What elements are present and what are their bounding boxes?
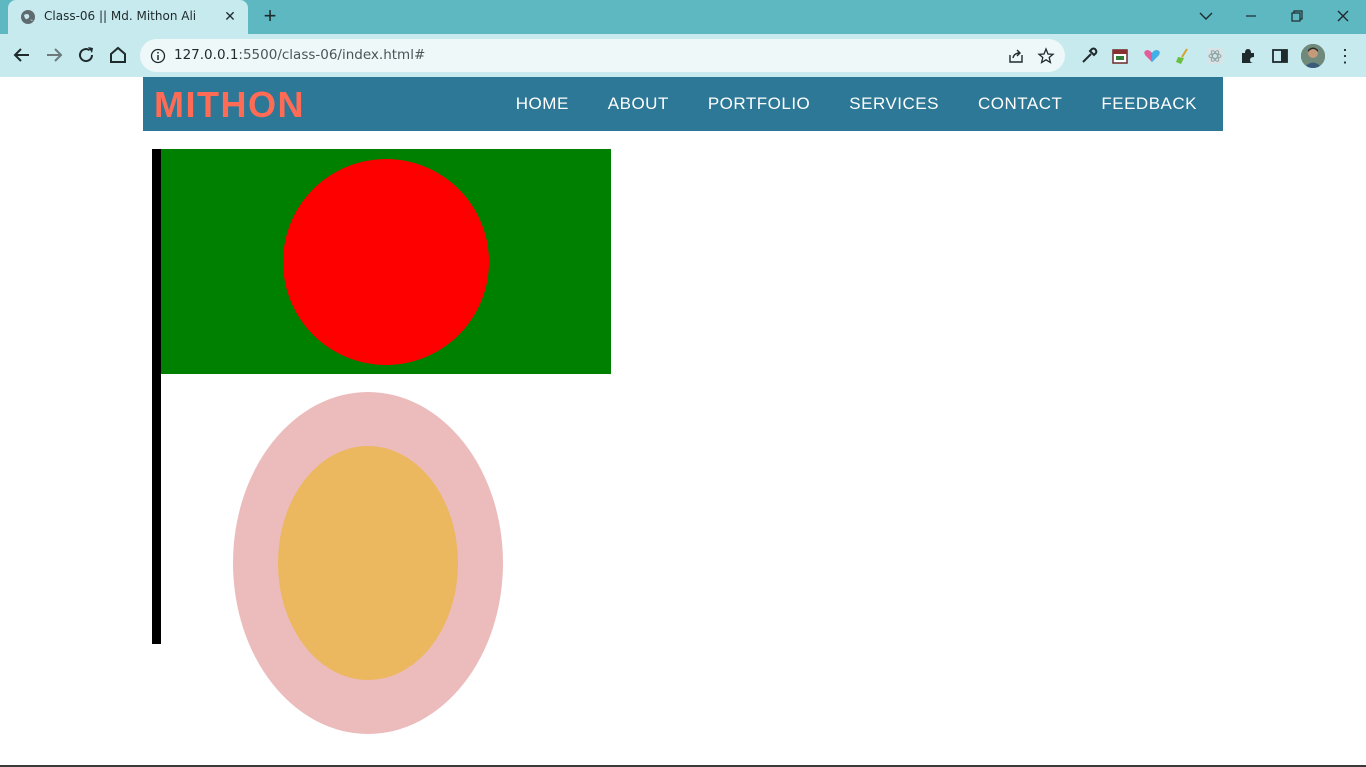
share-icon[interactable] xyxy=(1007,47,1025,65)
calendar-extension-icon[interactable] xyxy=(1110,46,1130,66)
nav-home[interactable]: HOME xyxy=(516,94,569,114)
browser-tab[interactable]: Class-06 || Md. Mithon Ali ✕ xyxy=(8,0,248,34)
minimize-icon[interactable] xyxy=(1233,4,1269,28)
avatar-image xyxy=(1301,44,1325,68)
inner-oval xyxy=(278,446,458,680)
reload-icon[interactable] xyxy=(74,43,98,67)
restore-icon[interactable] xyxy=(1279,4,1315,28)
close-window-icon[interactable] xyxy=(1325,4,1361,28)
nav-contact[interactable]: CONTACT xyxy=(978,94,1062,114)
nav-feedback[interactable]: FEEDBACK xyxy=(1101,94,1197,114)
browser-titlebar: Class-06 || Md. Mithon Ali ✕ + xyxy=(0,0,1366,34)
address-bar[interactable]: 127.0.0.1:5500/class-06/index.html# xyxy=(140,39,1065,72)
site-logo[interactable]: MITHON xyxy=(154,84,305,126)
browser-toolbar: 127.0.0.1:5500/class-06/index.html# ⋮ xyxy=(0,34,1366,77)
nav-services[interactable]: SERVICES xyxy=(849,94,939,114)
info-icon[interactable] xyxy=(150,48,166,64)
flag-red-circle xyxy=(283,159,489,365)
eyedropper-extension-icon[interactable] xyxy=(1079,46,1099,66)
site-header: MITHON HOME ABOUT PORTFOLIO SERVICES CON… xyxy=(143,77,1223,131)
url-host: 127.0.0.1 xyxy=(174,47,239,63)
site-nav: HOME ABOUT PORTFOLIO SERVICES CONTACT FE… xyxy=(477,77,1197,131)
nav-about[interactable]: ABOUT xyxy=(608,94,669,114)
home-icon[interactable] xyxy=(106,43,130,67)
plus-icon[interactable]: + xyxy=(258,5,282,29)
puzzle-extensions-icon[interactable] xyxy=(1238,46,1258,66)
tab-search-icon[interactable] xyxy=(1188,4,1224,28)
url-path: :5500/class-06/index.html# xyxy=(238,47,426,63)
forward-arrow-icon[interactable] xyxy=(42,43,66,67)
nav-portfolio[interactable]: PORTFOLIO xyxy=(708,94,810,114)
profile-avatar[interactable] xyxy=(1301,44,1325,68)
heart-extension-icon[interactable] xyxy=(1142,46,1162,66)
flag-pole xyxy=(152,149,161,644)
url-text[interactable]: 127.0.0.1:5500/class-06/index.html# xyxy=(174,47,425,63)
more-vertical-icon[interactable]: ⋮ xyxy=(1336,44,1354,68)
globe-icon xyxy=(21,10,35,24)
close-icon[interactable]: ✕ xyxy=(222,8,238,24)
side-panel-icon[interactable] xyxy=(1270,46,1290,66)
broom-extension-icon[interactable] xyxy=(1173,46,1193,66)
back-arrow-icon[interactable] xyxy=(10,43,34,67)
react-devtools-icon[interactable] xyxy=(1205,46,1225,66)
tab-title: Class-06 || Md. Mithon Ali xyxy=(44,9,197,23)
star-icon[interactable] xyxy=(1037,47,1055,65)
